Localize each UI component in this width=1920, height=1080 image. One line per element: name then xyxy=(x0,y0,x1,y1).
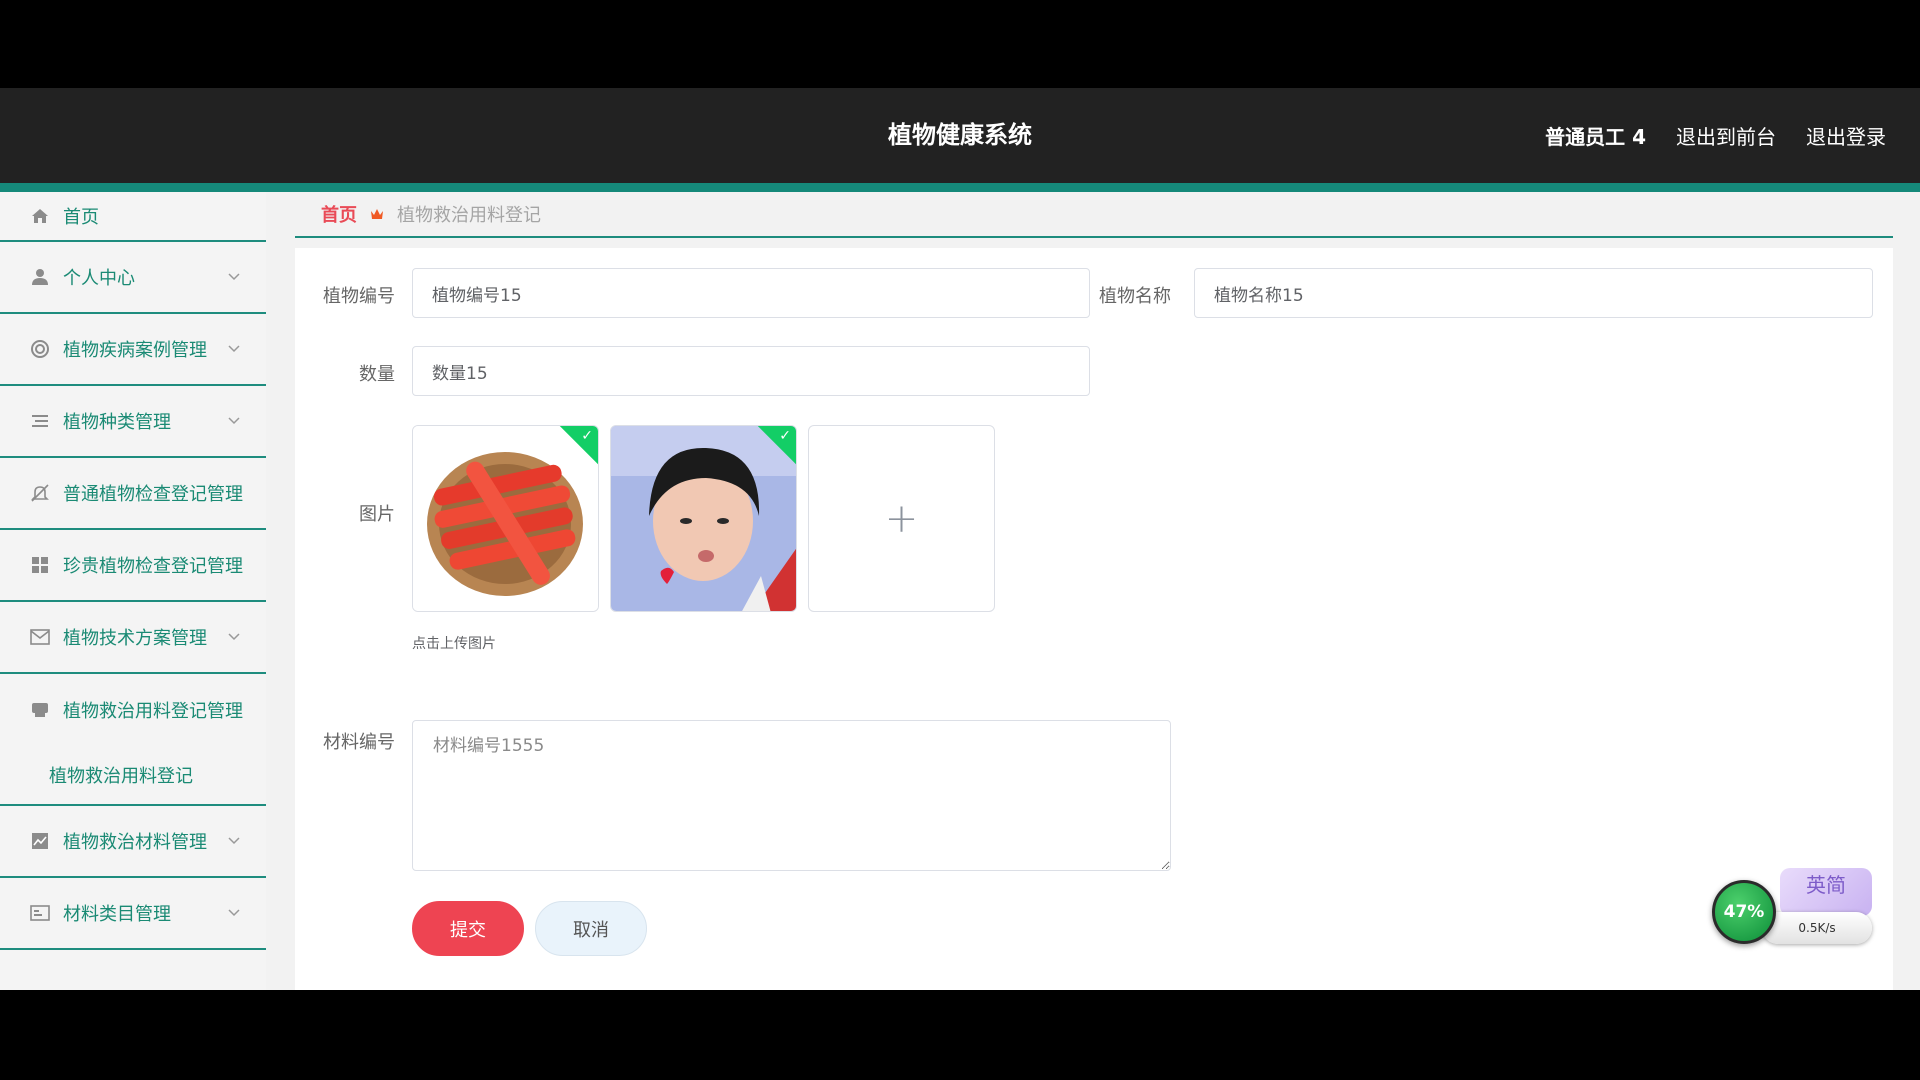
chevron-down-icon xyxy=(228,345,240,353)
quantity-label: 数量 xyxy=(359,364,395,385)
sidebar: 首页 个人中心 植物疾病案例管理 植物种类管理 普通植物检查登记管理 珍贵植物检… xyxy=(0,192,266,990)
grid-icon xyxy=(29,554,51,576)
plant-name-input[interactable] xyxy=(1194,268,1873,318)
sidebar-item-label: 普通植物检查登记管理 xyxy=(63,484,243,505)
uploaded-image-portrait[interactable]: ✓ xyxy=(610,425,797,612)
chevron-down-icon xyxy=(228,909,240,917)
chevron-down-icon xyxy=(228,273,240,281)
submit-button[interactable]: 提交 xyxy=(412,901,524,956)
current-user[interactable]: 普通员工 4 xyxy=(1545,121,1646,150)
network-speed: 0.5K/s xyxy=(1762,912,1872,944)
top-bar: 植物健康系统 普通员工 4 退出到前台 退出登录 xyxy=(0,88,1920,183)
sidebar-item-label: 植物技术方案管理 xyxy=(63,628,207,649)
material-code-label: 材料编号 xyxy=(323,732,395,753)
logout-link[interactable]: 退出登录 xyxy=(1806,121,1886,150)
sidebar-item-label: 首页 xyxy=(63,207,99,228)
ime-indicator[interactable]: 英简 xyxy=(1780,868,1872,916)
check-icon: ✓ xyxy=(779,428,791,444)
sidebar-item-label: 个人中心 xyxy=(63,268,135,289)
printer-icon xyxy=(29,699,51,721)
breadcrumb: 首页 植物救治用料登记 xyxy=(295,192,1893,238)
tray-widget[interactable]: 英简 0.5K/s 47% xyxy=(1712,868,1902,948)
mail-icon xyxy=(29,626,51,648)
sidebar-item-disease-cases[interactable]: 植物疾病案例管理 xyxy=(0,314,266,386)
chevron-down-icon xyxy=(228,633,240,641)
top-bar-actions: 普通员工 4 退出到前台 退出登录 xyxy=(1545,88,1886,183)
sidebar-item-treatment-materials-registration[interactable]: 植物救治用料登记管理 xyxy=(0,674,266,746)
sidebar-item-label: 材料类目管理 xyxy=(63,904,171,925)
sidebar-item-label: 植物救治材料管理 xyxy=(63,832,207,853)
breadcrumb-home[interactable]: 首页 xyxy=(321,201,357,227)
portrait-image xyxy=(611,426,796,611)
exit-to-front-link[interactable]: 退出到前台 xyxy=(1676,121,1776,150)
sidebar-item-label: 珍贵植物检查登记管理 xyxy=(63,556,243,577)
sidebar-item-label: 植物种类管理 xyxy=(63,412,171,433)
accent-bar xyxy=(0,183,1920,192)
plus-icon: + xyxy=(884,495,919,542)
plant-code-label: 植物编号 xyxy=(323,286,395,307)
lifebuoy-icon xyxy=(29,338,51,360)
image-label: 图片 xyxy=(359,504,395,525)
chevron-down-icon xyxy=(228,837,240,845)
material-code-textarea[interactable]: 材料编号1555 xyxy=(412,720,1171,871)
form-panel: 植物编号 植物名称 数量 图片 xyxy=(295,248,1893,990)
sidebar-item-tech-plans[interactable]: 植物技术方案管理 xyxy=(0,602,266,674)
cancel-button[interactable]: 取消 xyxy=(535,901,647,956)
sidebar-item-home[interactable]: 首页 xyxy=(0,192,266,242)
sidebar-item-label: 植物疾病案例管理 xyxy=(63,340,207,361)
carrots-image xyxy=(413,426,598,611)
uploaded-image-carrots[interactable]: ✓ xyxy=(412,425,599,612)
home-icon xyxy=(29,205,51,227)
id-card-icon xyxy=(29,902,51,924)
sidebar-item-rare-inspection[interactable]: 珍贵植物检查登记管理 xyxy=(0,530,266,602)
sidebar-item-normal-inspection[interactable]: 普通植物检查登记管理 xyxy=(0,458,266,530)
check-icon: ✓ xyxy=(581,428,593,444)
memory-percent-bubble[interactable]: 47% xyxy=(1712,880,1776,944)
plant-name-label: 植物名称 xyxy=(1099,286,1171,307)
chart-icon xyxy=(29,830,51,852)
sidebar-item-treatment-materials[interactable]: 植物救治材料管理 xyxy=(0,806,266,878)
plant-code-input[interactable] xyxy=(412,268,1090,318)
upload-hint: 点击上传图片 xyxy=(412,636,496,652)
image-uploader[interactable]: + xyxy=(808,425,995,612)
breadcrumb-current: 植物救治用料登记 xyxy=(397,205,541,226)
main-content: 首页 植物救治用料登记 植物编号 植物名称 数量 图片 xyxy=(295,192,1893,990)
sidebar-item-label: 植物救治用料登记管理 xyxy=(63,701,243,722)
user-icon xyxy=(29,266,51,288)
quantity-input[interactable] xyxy=(412,346,1090,396)
list-icon xyxy=(29,410,51,432)
sidebar-item-plant-types[interactable]: 植物种类管理 xyxy=(0,386,266,458)
crown-icon xyxy=(371,209,383,219)
chevron-down-icon xyxy=(228,417,240,425)
app-screen: 植物健康系统 普通员工 4 退出到前台 退出登录 首页 个人中心 植物疾病案例管… xyxy=(0,88,1920,990)
sidebar-item-material-categories[interactable]: 材料类目管理 xyxy=(0,878,266,950)
sidebar-subitem-treatment-materials-registration[interactable]: 植物救治用料登记 xyxy=(0,746,266,806)
sidebar-item-personal-center[interactable]: 个人中心 xyxy=(0,242,266,314)
bell-off-icon xyxy=(29,482,51,504)
